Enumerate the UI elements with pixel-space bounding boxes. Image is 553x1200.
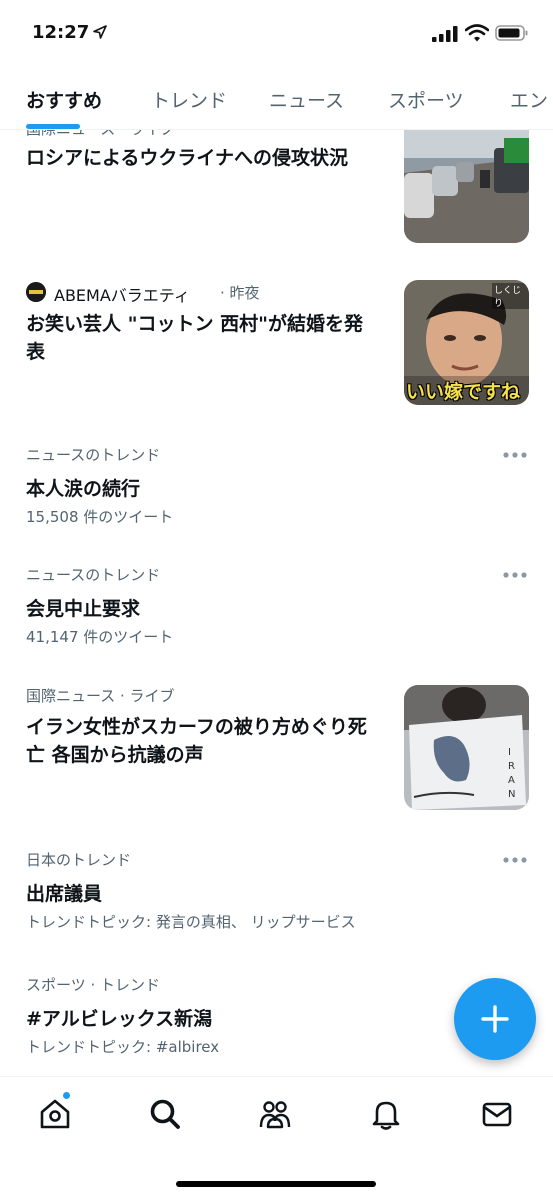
- news-item-headline: ロシアによるウクライナへの侵攻状況: [26, 147, 349, 169]
- home-indicator: [176, 1181, 376, 1187]
- channel-avatar: [26, 282, 46, 302]
- compose-tweet-button[interactable]: [454, 978, 536, 1060]
- bottom-navigation: [0, 1076, 553, 1200]
- news-item-meta: 国際ニュース · ライブ: [26, 687, 175, 705]
- trend-category: 日本のトレンド: [26, 851, 132, 869]
- bell-icon[interactable]: [369, 1097, 403, 1131]
- trend-category: ニュースのトレンド: [26, 566, 161, 584]
- home-icon[interactable]: [38, 1097, 72, 1131]
- news-item-ukraine[interactable]: 国際ニュース · ライブ ロシアによるウクライナへの侵攻状況: [0, 130, 553, 250]
- trend-tweet-count: 15,508 件のツイート: [26, 508, 174, 526]
- svg-text:N: N: [508, 789, 515, 800]
- trend-category: ニュースのトレンド: [26, 446, 161, 464]
- tab-entertainment[interactable]: エン: [510, 86, 548, 113]
- wifi-icon: [465, 24, 489, 42]
- status-bar: 12:27: [0, 0, 553, 70]
- news-item-meta: 国際ニュース · ライブ: [26, 130, 175, 139]
- news-item-headline: イラン女性がスカーフの被り方めぐり死亡 各国から抗議の声: [26, 716, 367, 766]
- tab-news[interactable]: ニュース: [269, 86, 344, 113]
- trend-title: 会見中止要求: [26, 598, 141, 620]
- explore-feed[interactable]: 国際ニュース · ライブ ロシアによるウクライナへの侵攻状況 ABEM: [0, 130, 553, 1076]
- svg-text:A: A: [508, 775, 515, 786]
- trend-topics: トレンドトピック: #albirex: [26, 1038, 220, 1056]
- explore-tabs: おすすめ トレンド ニュース スポーツ エン: [0, 70, 553, 130]
- news-item-iran[interactable]: 国際ニュース · ライブ イラン女性がスカーフの被り方めぐり死亡 各国から抗議の…: [0, 675, 553, 815]
- trend-topics: トレンドトピック: 発言の真相、 リップサービス: [26, 913, 356, 931]
- communities-icon[interactable]: [258, 1097, 292, 1131]
- search-icon[interactable]: [148, 1097, 182, 1131]
- active-tab-indicator: [26, 124, 80, 129]
- trend-title: #アルビレックス新潟: [26, 1008, 213, 1030]
- channel-name: ABEMAバラエティ: [54, 286, 190, 305]
- news-item-cotton[interactable]: ABEMAバラエティ · 昨夜 お笑い芸人 "コットン 西村"が結婚を発表 いい…: [0, 270, 553, 420]
- news-item-thumbnail: [404, 130, 529, 243]
- tab-trends[interactable]: トレンド: [151, 86, 227, 113]
- trend-tweet-count: 41,147 件のツイート: [26, 628, 174, 646]
- battery-icon: [495, 25, 528, 41]
- trend-title: 出席議員: [26, 883, 103, 905]
- trend-item[interactable]: 日本のトレンド 出席議員 トレンドトピック: 発言の真相、 リップサービス: [0, 835, 553, 935]
- more-options-icon[interactable]: [502, 570, 528, 580]
- news-item-thumbnail: I R A N: [404, 685, 529, 810]
- location-arrow-icon: [93, 25, 107, 39]
- news-item-time: · 昨夜: [220, 284, 260, 302]
- notification-dot: [62, 1091, 71, 1100]
- mail-icon[interactable]: [480, 1097, 514, 1131]
- svg-text:R: R: [508, 761, 515, 772]
- more-options-icon[interactable]: [502, 450, 528, 460]
- news-item-headline: お笑い芸人 "コットン 西村"が結婚を発表: [26, 313, 364, 363]
- tab-recommended[interactable]: おすすめ: [26, 86, 102, 113]
- trend-category: スポーツ · トレンド: [26, 976, 161, 994]
- thumbnail-corner-label: しくじり: [492, 283, 529, 309]
- status-time: 12:27: [32, 22, 90, 43]
- tab-sports[interactable]: スポーツ: [388, 86, 464, 113]
- plus-icon: [481, 1005, 509, 1033]
- news-item-thumbnail: いい嫁ですね しくじり: [404, 280, 529, 405]
- cellular-signal-icon: [432, 26, 458, 42]
- trend-item[interactable]: ニュースのトレンド 本人涙の続行 15,508 件のツイート: [0, 430, 553, 530]
- trend-title: 本人涙の続行: [26, 478, 141, 500]
- trend-item[interactable]: ニュースのトレンド 会見中止要求 41,147 件のツイート: [0, 550, 553, 650]
- thumbnail-caption: いい嫁ですね: [406, 381, 521, 403]
- more-options-icon[interactable]: [502, 855, 528, 865]
- svg-text:I: I: [508, 747, 511, 758]
